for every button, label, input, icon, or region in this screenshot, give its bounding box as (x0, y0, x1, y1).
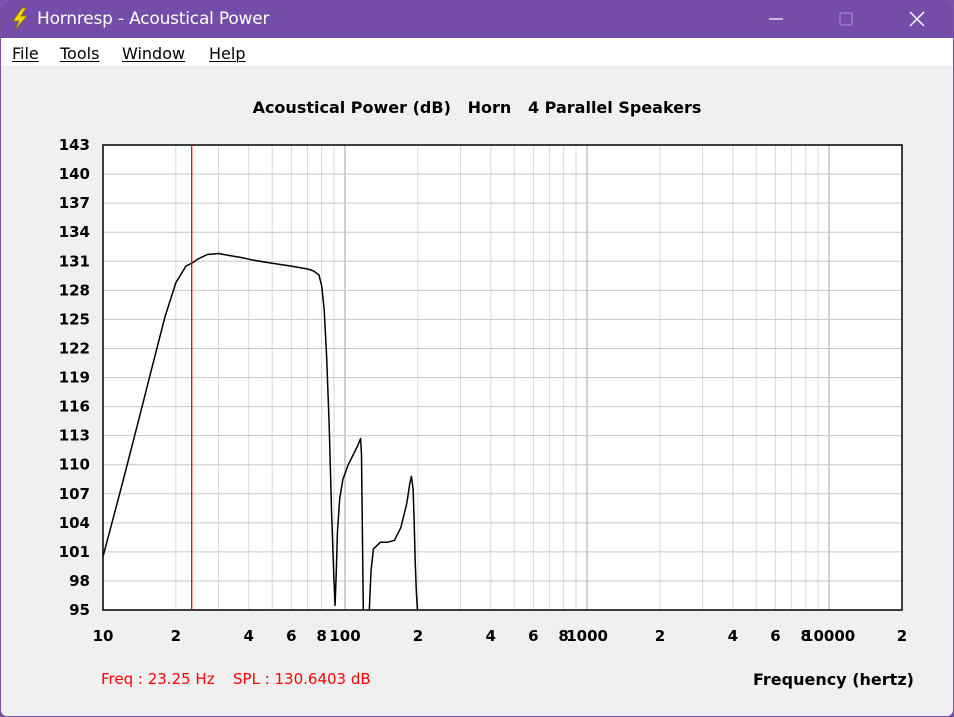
x-tick-label: 6 (286, 627, 296, 645)
app-window: Hornresp - Acoustical Power File Tools W… (1, 0, 953, 716)
spl-readout: SPL : 130.6403 dB (233, 670, 371, 688)
x-tick-label: 6 (770, 627, 780, 645)
x-tick-label: 2 (171, 627, 181, 645)
y-tick-label: 131 (59, 252, 90, 270)
x-tick-label: 100 (329, 627, 360, 645)
x-axis-label: Frequency (hertz) (753, 670, 914, 689)
y-tick-label: 95 (69, 601, 90, 619)
y-tick-label: 125 (59, 310, 90, 328)
x-tick-label: 4 (728, 627, 738, 645)
y-tick-label: 140 (59, 165, 90, 183)
y-tick-label: 101 (59, 543, 90, 561)
x-tick-label: 4 (486, 627, 496, 645)
y-tick-label: 122 (59, 339, 90, 357)
y-tick-label: 98 (69, 572, 90, 590)
x-tick-label: 6 (528, 627, 538, 645)
frequency-readout: Freq : 23.25 Hz (101, 670, 215, 688)
y-tick-label: 113 (59, 427, 90, 445)
x-tick-label: 2 (655, 627, 665, 645)
y-tick-label: 137 (59, 194, 90, 212)
x-tick-label: 1000 (566, 627, 608, 645)
x-tick-label: 8 (316, 627, 326, 645)
y-tick-label: 134 (59, 223, 90, 241)
y-tick-label: 143 (59, 136, 90, 154)
x-tick-label: 4 (244, 627, 254, 645)
x-tick-label: 10000 (803, 627, 855, 645)
x-tick-label: 2 (413, 627, 423, 645)
y-tick-label: 119 (59, 369, 90, 387)
y-tick-label: 116 (59, 398, 90, 416)
y-tick-label: 107 (59, 485, 90, 503)
x-tick-label: 2 (897, 627, 907, 645)
x-tick-label: 10 (93, 627, 114, 645)
y-tick-label: 110 (59, 456, 90, 474)
y-tick-label: 104 (59, 514, 90, 532)
y-tick-label: 128 (59, 281, 90, 299)
acoustical-power-chart[interactable]: 143 140 137 134 131 128 125 122 119 116 113 110 107 1… (1, 0, 953, 716)
